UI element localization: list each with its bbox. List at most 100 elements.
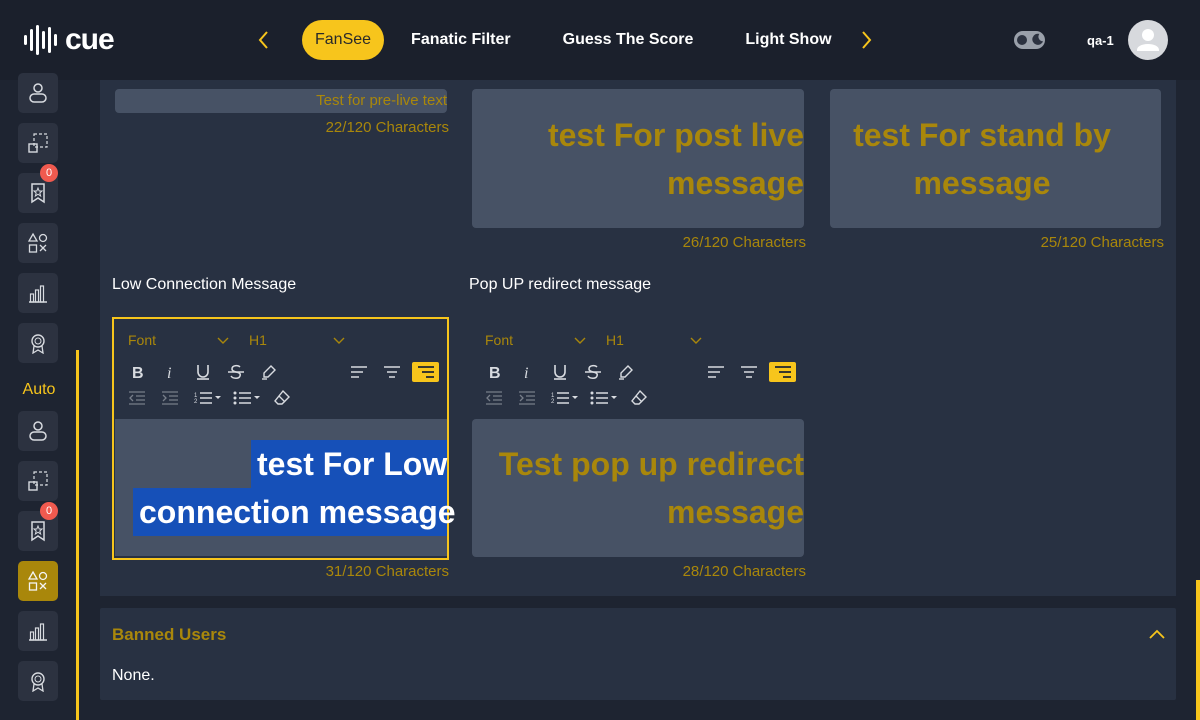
chevron-down-icon[interactable] bbox=[333, 337, 345, 345]
sidebar-item-games-auto[interactable] bbox=[18, 561, 58, 601]
align-right-icon[interactable] bbox=[769, 362, 796, 382]
logo-text: cue bbox=[65, 23, 115, 56]
highlighter-icon[interactable] bbox=[615, 362, 637, 382]
popup-redirect-message-input[interactable]: Test pop up redirect message bbox=[472, 419, 804, 557]
chevron-down-icon[interactable] bbox=[690, 337, 702, 345]
award-icon bbox=[31, 672, 45, 692]
ordered-list-icon[interactable]: 12 bbox=[193, 388, 223, 408]
tab-fanatic-filter[interactable]: Fanatic Filter bbox=[398, 20, 524, 60]
person-icon bbox=[29, 83, 47, 103]
ordered-list-icon[interactable]: 12 bbox=[550, 388, 580, 408]
align-center-icon[interactable] bbox=[738, 362, 760, 382]
sidebar-item-stats[interactable] bbox=[18, 273, 58, 313]
svg-text:i: i bbox=[524, 365, 528, 381]
bold-icon[interactable]: B bbox=[483, 362, 505, 382]
sidebar-scroll-indicator[interactable] bbox=[76, 350, 79, 720]
strikethrough-icon[interactable] bbox=[582, 362, 604, 382]
sidebar-item-layout-auto[interactable] bbox=[18, 461, 58, 501]
font-select[interactable]: Font bbox=[485, 332, 513, 348]
username: qa-1 bbox=[1087, 33, 1114, 48]
shapes-icon bbox=[27, 232, 48, 253]
svg-text:B: B bbox=[132, 365, 144, 381]
person-icon bbox=[29, 421, 47, 441]
align-right-icon[interactable] bbox=[412, 362, 439, 382]
sidebar-item-user-auto[interactable] bbox=[18, 411, 58, 451]
indent-icon[interactable] bbox=[159, 388, 181, 408]
sidebar-item-layout[interactable] bbox=[18, 123, 58, 163]
low-connection-label: Low Connection Message bbox=[112, 276, 297, 293]
sidebar-item-games[interactable] bbox=[18, 223, 58, 263]
svg-text:2: 2 bbox=[551, 399, 555, 405]
chevron-right-icon[interactable] bbox=[858, 28, 874, 52]
theme-toggle[interactable] bbox=[1014, 31, 1045, 49]
pre-live-message-box[interactable]: Test for pre-live text bbox=[115, 89, 447, 113]
user-icon bbox=[1137, 29, 1159, 51]
italic-icon[interactable]: i bbox=[516, 362, 538, 382]
soundwave-icon bbox=[24, 25, 57, 55]
heading-select[interactable]: H1 bbox=[606, 332, 624, 348]
popup-redirect-message-text: Test pop up redirect message bbox=[498, 446, 804, 530]
post-live-char-count: 26/120 Characters bbox=[682, 234, 806, 251]
svg-text:i: i bbox=[167, 365, 171, 381]
sidebar: 0 Auto 0 bbox=[0, 73, 79, 720]
underline-icon[interactable] bbox=[192, 362, 214, 382]
bullet-list-icon[interactable] bbox=[589, 388, 619, 408]
bar-chart-icon bbox=[29, 623, 47, 641]
toggle-knob bbox=[1017, 35, 1027, 45]
banned-users-value: None. bbox=[112, 667, 155, 684]
align-left-icon[interactable] bbox=[348, 362, 370, 382]
popup-redirect-char-count: 28/120 Characters bbox=[682, 563, 806, 580]
sidebar-item-awards-auto[interactable] bbox=[18, 661, 58, 701]
sidebar-item-rewards-auto[interactable]: 0 bbox=[18, 502, 58, 551]
notification-badge: 0 bbox=[40, 502, 58, 520]
italic-icon[interactable]: i bbox=[159, 362, 181, 382]
align-left-icon[interactable] bbox=[705, 362, 727, 382]
bold-icon[interactable]: B bbox=[126, 362, 148, 382]
svg-text:2: 2 bbox=[194, 399, 198, 405]
top-bar: cue FanSee Fanatic Filter Guess The Scor… bbox=[0, 0, 1200, 80]
popup-redirect-label: Pop UP redirect message bbox=[469, 276, 652, 293]
avatar[interactable] bbox=[1128, 20, 1168, 60]
layout-icon bbox=[28, 133, 48, 153]
strikethrough-icon[interactable] bbox=[225, 362, 247, 382]
sidebar-item-stats-auto[interactable] bbox=[18, 611, 58, 651]
tab-guess-the-score[interactable]: Guess The Score bbox=[550, 20, 707, 60]
page-scrollbar[interactable] bbox=[1196, 580, 1200, 720]
chevron-up-icon[interactable] bbox=[1148, 627, 1166, 641]
chevron-down-icon[interactable] bbox=[574, 337, 586, 345]
stand-by-message-box[interactable]: test For stand by message bbox=[830, 89, 1161, 228]
eraser-icon[interactable] bbox=[628, 388, 650, 408]
sidebar-section-auto: Auto bbox=[22, 381, 56, 398]
moon-icon bbox=[1032, 33, 1044, 45]
tab-light-show[interactable]: Light Show bbox=[732, 20, 844, 60]
stand-by-message-text: test For stand by message bbox=[853, 117, 1111, 201]
layout-icon bbox=[28, 471, 48, 491]
award-icon bbox=[31, 334, 45, 354]
sidebar-item-user[interactable] bbox=[18, 73, 58, 113]
low-connection-char-count: 31/120 Characters bbox=[325, 563, 449, 580]
chevron-left-icon[interactable] bbox=[256, 28, 272, 52]
sidebar-item-awards[interactable] bbox=[18, 323, 58, 363]
underline-icon[interactable] bbox=[549, 362, 571, 382]
sidebar-item-rewards[interactable]: 0 bbox=[18, 164, 58, 213]
banned-users-title: Banned Users bbox=[112, 625, 227, 644]
outdent-icon[interactable] bbox=[126, 388, 148, 408]
font-select[interactable]: Font bbox=[128, 332, 156, 348]
bookmark-star-icon bbox=[31, 183, 45, 204]
align-center-icon[interactable] bbox=[381, 362, 403, 382]
outdent-icon[interactable] bbox=[483, 388, 505, 408]
highlighter-icon[interactable] bbox=[258, 362, 280, 382]
cue-logo[interactable]: cue bbox=[24, 23, 115, 56]
post-live-message-box[interactable]: test For post live message bbox=[472, 89, 804, 228]
notification-badge: 0 bbox=[40, 164, 58, 182]
pre-live-char-count: 22/120 Characters bbox=[325, 119, 449, 136]
chevron-down-icon[interactable] bbox=[217, 337, 229, 345]
tab-fansee[interactable]: FanSee bbox=[302, 20, 385, 60]
heading-select[interactable]: H1 bbox=[249, 332, 267, 348]
bar-chart-icon bbox=[29, 285, 47, 303]
indent-icon[interactable] bbox=[516, 388, 538, 408]
svg-text:B: B bbox=[489, 365, 501, 381]
post-live-message-text: test For post live message bbox=[547, 117, 804, 201]
eraser-icon[interactable] bbox=[271, 388, 293, 408]
bullet-list-icon[interactable] bbox=[232, 388, 262, 408]
